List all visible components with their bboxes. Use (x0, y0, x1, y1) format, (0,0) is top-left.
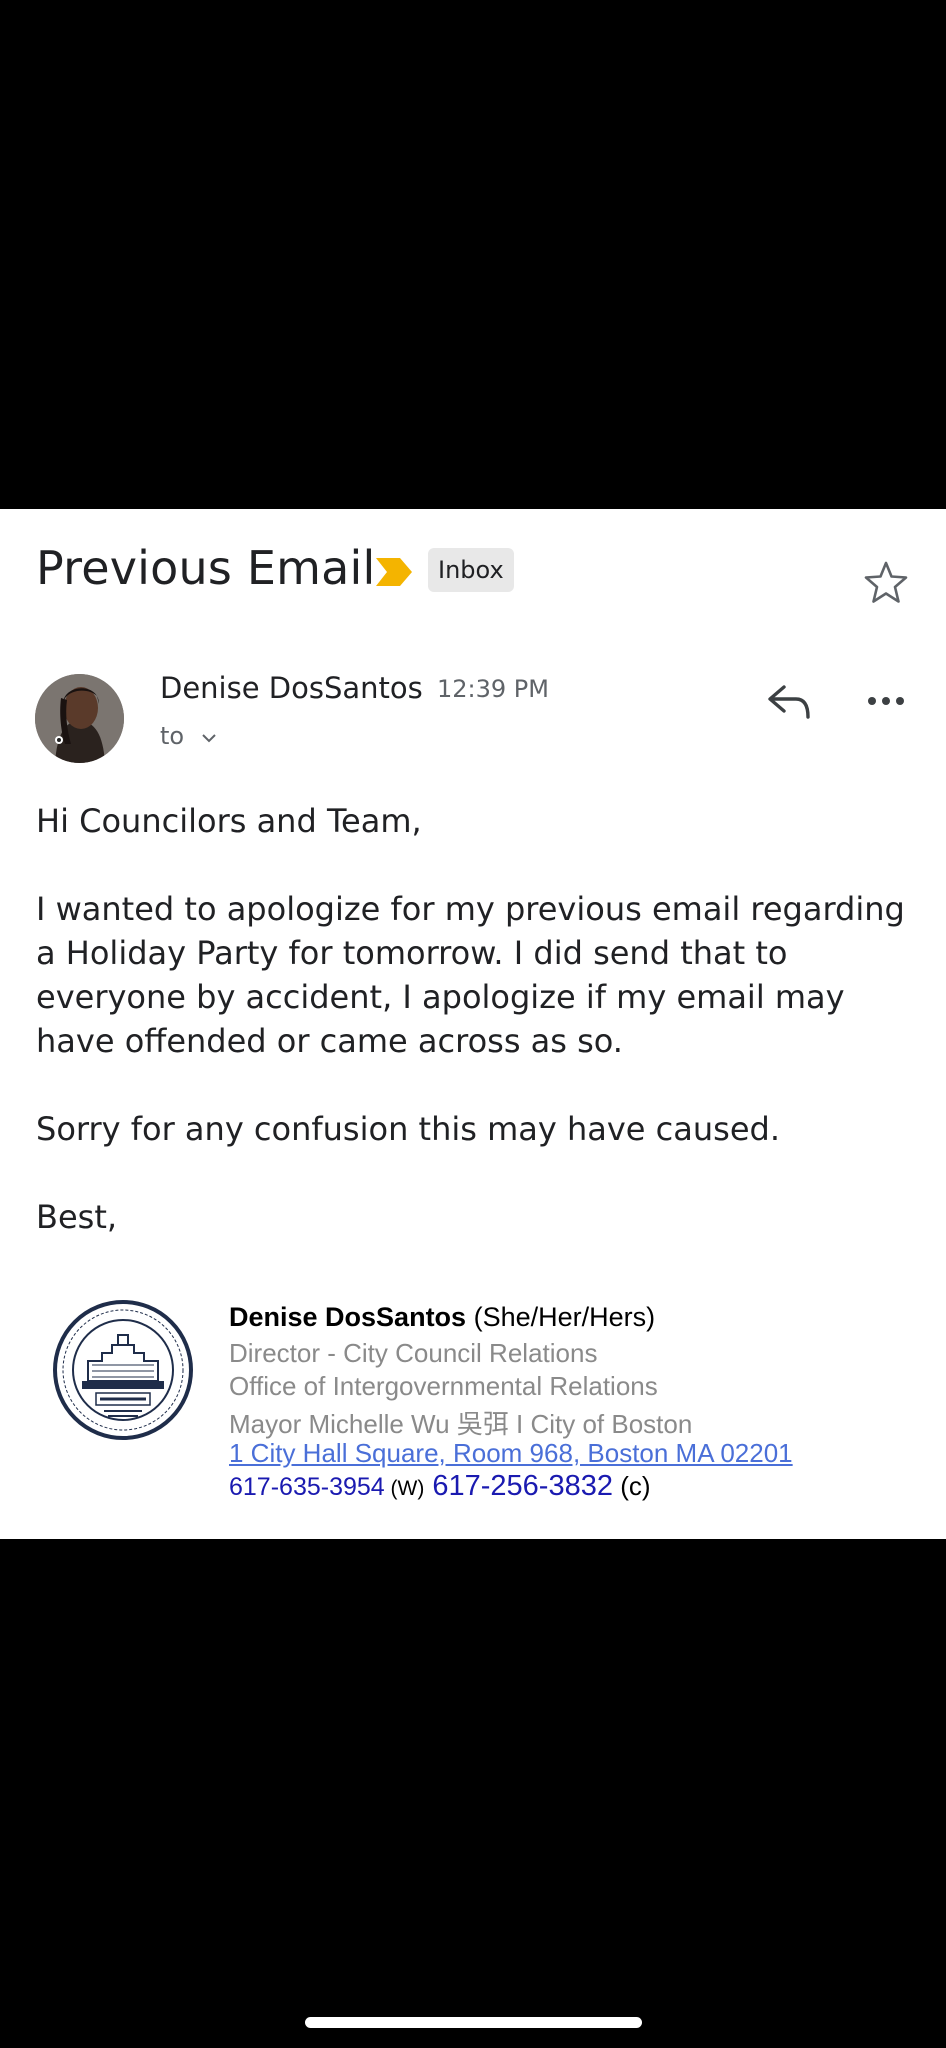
phone-cell-tag: (c) (612, 1471, 651, 1501)
email-paragraph-1: I wanted to apologize for my previous em… (36, 890, 905, 1060)
signature-name: Denise DosSantos (229, 1302, 467, 1332)
inbox-label-chip[interactable]: Inbox (428, 548, 514, 592)
signature-phones: 617-635-3954 (W) 617-256-3832 (c) (229, 1470, 651, 1503)
signature-office: Office of Intergovernmental Relations (229, 1371, 658, 1401)
star-icon[interactable] (862, 559, 910, 607)
phone-work-link[interactable]: 617-635-3954 (229, 1473, 385, 1501)
phone-work-tag: (W) (384, 1477, 425, 1500)
email-greeting: Hi Councilors and Team, (36, 802, 422, 840)
signature-mayor-line: Mayor Michelle Wu 吳弭 I City of Boston (229, 1409, 693, 1439)
city-of-boston-seal (53, 1300, 193, 1440)
more-icon[interactable] (866, 689, 906, 713)
bottom-letterbox (0, 1539, 946, 2048)
signature-name-line: Denise DosSantos (She/Her/Hers) (229, 1302, 655, 1333)
sender-name[interactable]: Denise DosSantos (160, 671, 423, 705)
phone-cell-link[interactable]: 617-256-3832 (432, 1470, 613, 1502)
signature-title: Director - City Council Relations (229, 1338, 598, 1368)
sent-time: 12:39 PM (437, 675, 549, 703)
email-paragraph-2: Sorry for any confusion this may have ca… (36, 1110, 780, 1148)
importance-marker-icon[interactable] (374, 555, 414, 589)
email-closing: Best, (36, 1198, 118, 1236)
home-indicator[interactable] (305, 2017, 642, 2028)
recipients-label[interactable]: to (160, 722, 184, 750)
email-view: Previous Email Inbox Denise DosSantos 12… (0, 509, 946, 1539)
top-letterbox (0, 0, 946, 509)
chevron-down-icon[interactable] (200, 731, 218, 745)
email-subject: Previous Email (36, 541, 376, 595)
reply-icon[interactable] (766, 681, 812, 721)
sender-avatar[interactable] (35, 674, 124, 763)
signature-address-link[interactable]: 1 City Hall Square, Room 968, Boston MA … (229, 1438, 793, 1469)
signature-pronouns: (She/Her/Hers) (466, 1302, 656, 1332)
